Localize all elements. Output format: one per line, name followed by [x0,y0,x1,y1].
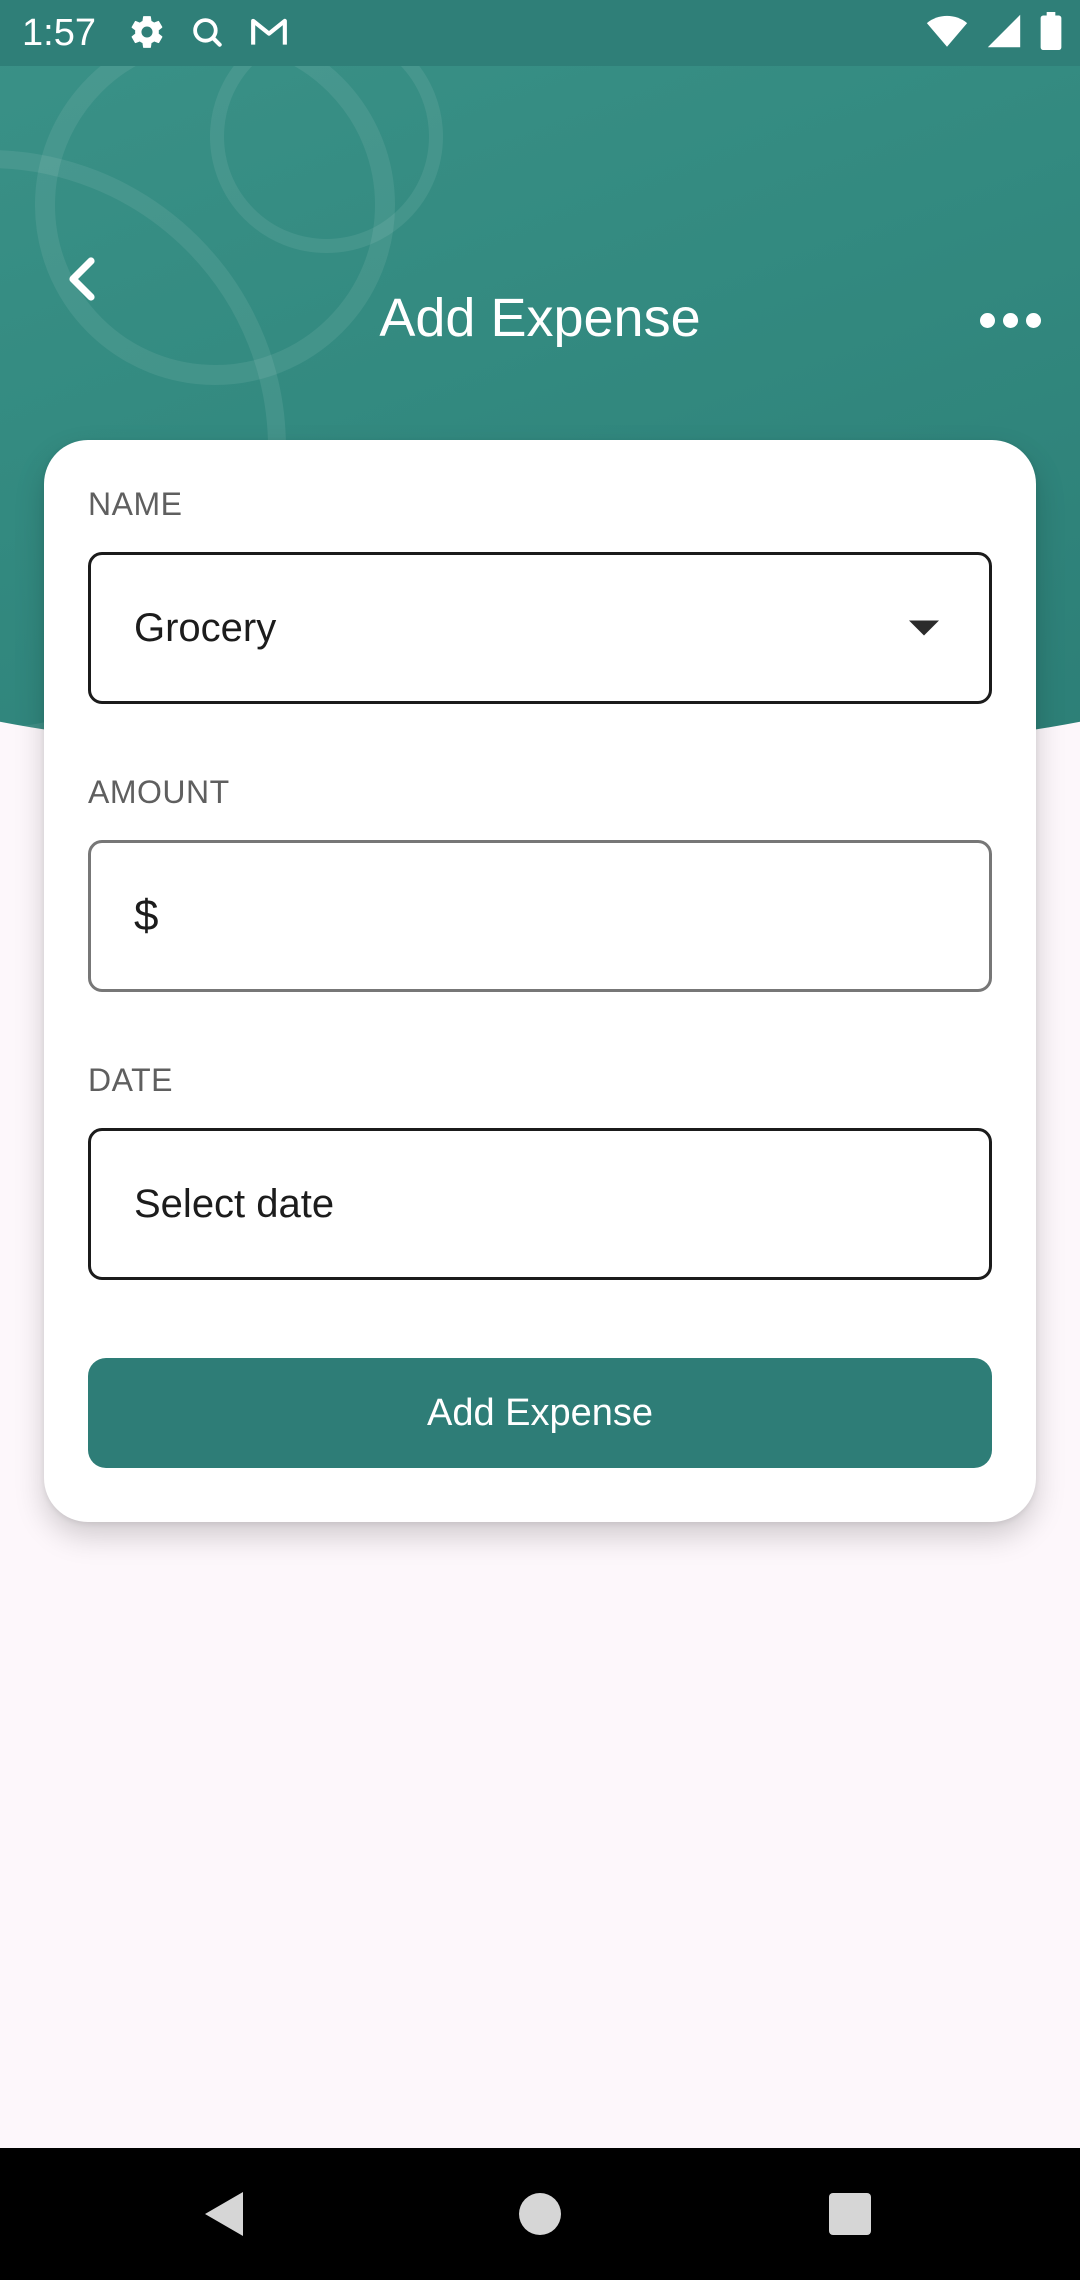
gear-icon [128,13,166,56]
date-placeholder: Select date [134,1182,335,1226]
amount-field[interactable]: $ [88,840,992,992]
battery-icon [1040,12,1062,55]
page-title: Add Expense [379,288,701,348]
more-horizontal-icon [1025,312,1041,328]
name-label: NAME [88,486,183,522]
add-expense-button[interactable]: Add Expense [88,1358,992,1468]
dropdown-arrow-icon [909,620,939,636]
recents-icon[interactable] [829,2193,871,2235]
search-icon [188,13,226,56]
name-selected-value: Grocery [134,606,277,650]
more-horizontal-icon [979,312,995,328]
date-label: DATE [88,1062,173,1098]
more-options-button[interactable] [970,290,1050,350]
currency-prefix: $ [134,891,159,940]
gmail-icon [248,13,290,56]
amount-input[interactable] [181,843,969,991]
cell-signal-icon [986,13,1022,54]
status-right-icons [926,12,1062,55]
wifi-icon [926,13,968,54]
amount-label: AMOUNT [88,774,230,810]
status-time: 1:57 [22,12,96,54]
home-icon[interactable] [519,2193,561,2235]
more-horizontal-icon [1002,312,1018,328]
name-dropdown[interactable]: Grocery [88,552,992,704]
system-navigation-bar [0,2148,1080,2280]
back-icon[interactable] [205,2192,243,2236]
date-field[interactable]: Select date [88,1128,992,1280]
expense-form-card: NAME Grocery AMOUNT $ DATE Select date A… [44,440,1036,1522]
status-bar: 1:57 [0,0,1080,66]
add-expense-screen: 1:57 Add Expense NAME Grocery AMOUNT $ D… [0,0,1080,2280]
